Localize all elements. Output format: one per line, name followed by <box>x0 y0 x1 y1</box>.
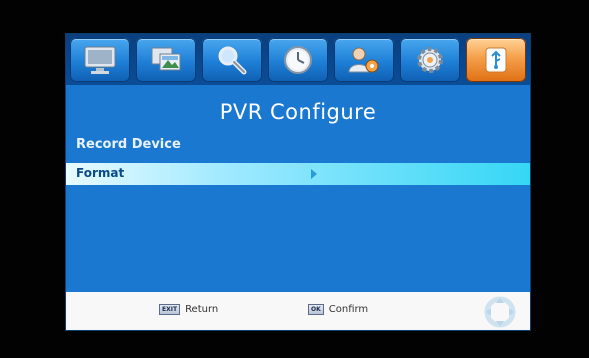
user-settings-icon <box>348 47 379 73</box>
tv-screen: PVR Configure Record Device Format EXIT … <box>0 0 589 358</box>
page-title: PVR Configure <box>219 100 377 124</box>
navigation-pad-icon <box>484 296 516 328</box>
search-icon <box>218 46 247 75</box>
section-label: Record Device <box>76 137 181 152</box>
gear-icon <box>417 47 443 73</box>
tab-user-settings[interactable] <box>334 38 394 82</box>
hint-confirm: OK Confirm <box>308 304 368 315</box>
menu-item-label: Format <box>76 166 125 180</box>
clock-icon <box>284 46 312 74</box>
hint-confirm-label: Confirm <box>328 304 369 315</box>
menu-tab-bar <box>66 34 530 85</box>
usb-icon <box>485 47 507 73</box>
hint-return: EXIT Return <box>159 304 218 315</box>
tab-search[interactable] <box>202 38 262 82</box>
picture-icon <box>151 47 181 71</box>
tv-monitor-icon <box>84 46 116 74</box>
hint-return-label: Return <box>185 304 219 315</box>
exit-key-icon: EXIT <box>159 304 181 315</box>
arrow-right-icon <box>311 169 317 179</box>
menu-item-format[interactable]: Format <box>66 163 530 185</box>
tab-usb[interactable] <box>466 38 526 82</box>
tab-system[interactable] <box>400 38 460 82</box>
tab-tv[interactable] <box>70 38 130 82</box>
ok-key-icon: OK <box>308 304 324 315</box>
footer-hints: EXIT Return OK Confirm <box>66 292 530 330</box>
tab-picture[interactable] <box>136 38 196 82</box>
osd-panel: PVR Configure Record Device Format EXIT … <box>65 33 531 331</box>
tab-time[interactable] <box>268 38 328 82</box>
